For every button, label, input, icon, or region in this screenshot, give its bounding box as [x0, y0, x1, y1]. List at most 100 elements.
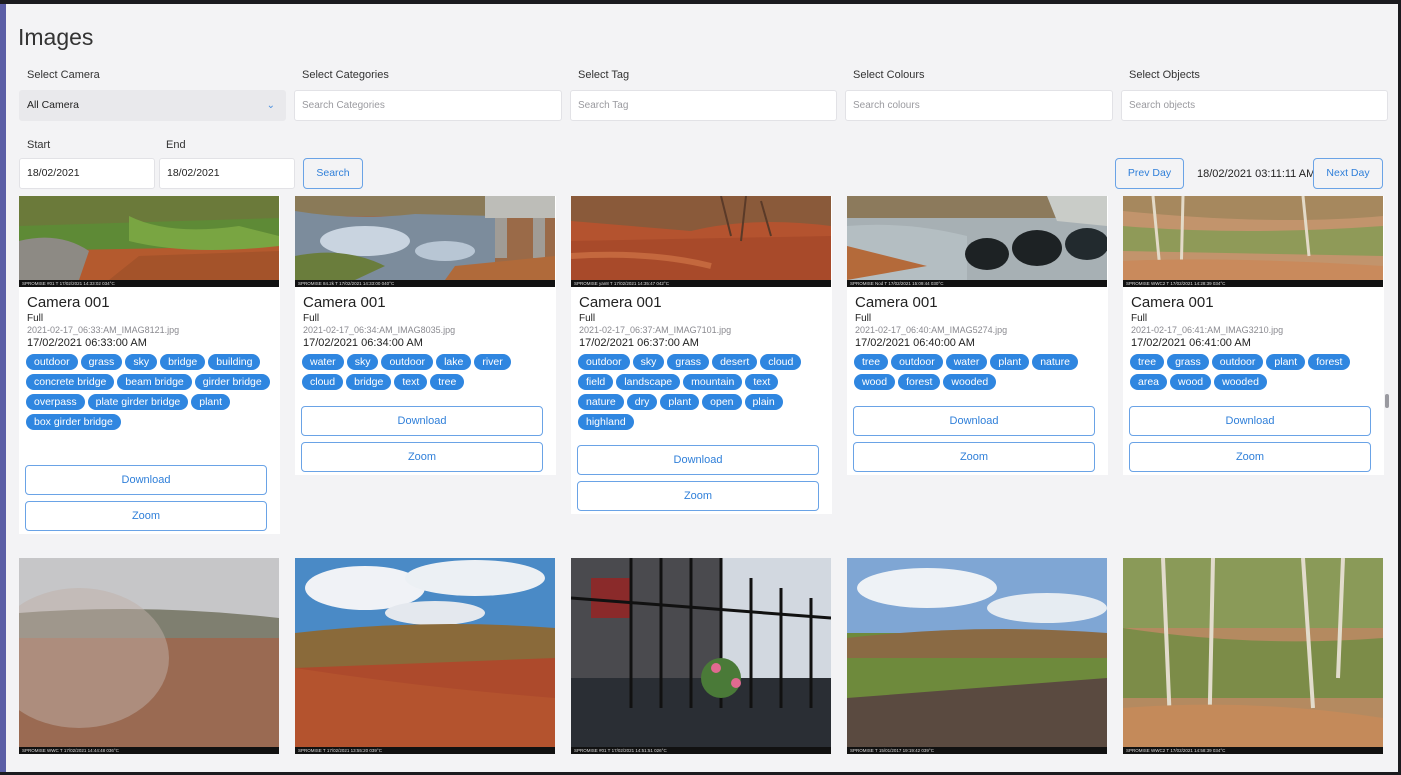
thumbnail-image[interactable]: SPROMISE #01 T 17/02/2021 14:33:02 034°C — [19, 196, 279, 287]
download-button[interactable]: Download — [25, 465, 267, 495]
zoom-button[interactable]: Zoom — [1129, 442, 1371, 472]
tag-chip[interactable]: forest — [898, 374, 941, 390]
tag-chip[interactable]: outdoor — [891, 354, 943, 370]
tag-chip[interactable]: text — [745, 374, 779, 390]
tag-list: outdoor grass sky bridge building concre… — [25, 352, 273, 432]
image-card: SPROMISE 84.2k T 17/02/2021 14:33:00 040… — [295, 196, 556, 475]
tag-chip[interactable]: outdoor — [578, 354, 630, 370]
colours-placeholder: Search colours — [853, 100, 920, 111]
tag-chip[interactable]: concrete bridge — [26, 374, 115, 390]
tag-chip[interactable]: grass — [1167, 354, 1209, 370]
start-date-input[interactable]: 18/02/2021 — [19, 158, 155, 189]
tag-chip[interactable]: wooded — [943, 374, 997, 390]
camera-name: Camera 001 — [855, 294, 938, 311]
tag-chip[interactable]: box girder bridge — [26, 414, 121, 430]
categories-search-input[interactable]: Search Categories — [294, 90, 562, 121]
objects-placeholder: Search objects — [1129, 100, 1196, 111]
tag-chip[interactable]: nature — [578, 394, 624, 410]
tag-chip[interactable]: tree — [854, 354, 889, 370]
photo-thumbnail[interactable]: SPROMISE WWC T 17/02/2021 14:44:48 036°C — [19, 558, 279, 754]
file-name: 2021-02-17_06:33:AM_IMAG8121.jpg — [27, 325, 180, 335]
photo-thumbnail[interactable]: SPROMISE #01 T 17/02/2021 14:51:51 026°C — [571, 558, 831, 754]
tag-chip[interactable]: lake — [436, 354, 472, 370]
tag-chip[interactable]: nature — [1032, 354, 1078, 370]
tag-chip[interactable]: beam bridge — [117, 374, 192, 390]
zoom-button[interactable]: Zoom — [25, 501, 267, 531]
thumbnail-image[interactable]: SPROMISE WWC2 T 17/02/2021 14:28:39 034°… — [1123, 196, 1383, 287]
camera-select-value: All Camera — [27, 99, 79, 111]
photo-thumbnail[interactable]: SPROMISE T 15/01/2017 19:19:42 039°C — [847, 558, 1107, 754]
tag-chip[interactable]: tree — [430, 374, 465, 390]
tag-chip[interactable]: river — [474, 354, 511, 370]
tag-chip[interactable]: overpass — [26, 394, 85, 410]
download-button[interactable]: Download — [577, 445, 819, 475]
objects-label: Select Objects — [1129, 69, 1200, 81]
photo-thumbnail[interactable]: SPROMISE T 17/02/2021 13:55:20 039°C — [295, 558, 555, 754]
zoom-button[interactable]: Zoom — [577, 481, 819, 511]
tag-chip[interactable]: sky — [346, 354, 379, 370]
tag-chip[interactable]: plate girder bridge — [87, 394, 189, 410]
tag-chip[interactable]: sky — [125, 354, 158, 370]
tag-chip[interactable]: water — [945, 354, 988, 370]
tag-chip[interactable]: outdoor — [26, 354, 78, 370]
image-card: SPROMISE WWC2 T 17/02/2021 14:28:39 034°… — [1123, 196, 1384, 475]
camera-info-strip: SPROMISE WWC T 17/02/2021 14:44:48 036°C — [19, 747, 279, 754]
tag-chip[interactable]: grass — [667, 354, 710, 370]
thumbnail-image[interactable]: SPROMISE yan8 T 17/02/2021 14:35:47 042°… — [571, 196, 831, 287]
download-button[interactable]: Download — [301, 406, 543, 436]
tag-chip[interactable]: water — [302, 354, 344, 370]
tag-chip[interactable]: bridge — [346, 374, 392, 390]
camera-name: Camera 001 — [579, 294, 662, 311]
download-button[interactable]: Download — [1129, 406, 1371, 436]
scrollbar-thumb[interactable] — [1385, 394, 1389, 408]
tag-chip[interactable]: plant — [1266, 354, 1306, 370]
tag-chip[interactable]: plant — [660, 394, 700, 410]
start-date-value: 18/02/2021 — [27, 167, 80, 179]
camera-select[interactable]: All Camera ⌄ — [19, 90, 286, 121]
tag-chip[interactable]: field — [578, 374, 614, 390]
photo-thumbnail[interactable]: SPROMISE WWC2 T 17/02/2021 14:58:39 034°… — [1123, 558, 1383, 754]
tag-chip[interactable]: highland — [578, 414, 634, 430]
tag-chip[interactable]: girder bridge — [194, 374, 270, 390]
file-name: 2021-02-17_06:40:AM_IMAG5274.jpg — [855, 325, 1008, 335]
tag-chip[interactable]: text — [394, 374, 428, 390]
tag-chip[interactable]: bridge — [160, 354, 206, 370]
zoom-button[interactable]: Zoom — [853, 442, 1095, 472]
camera-info-strip: SPROMISE WWC2 T 17/02/2021 14:58:39 034°… — [1123, 747, 1383, 754]
categories-label: Select Categories — [302, 69, 389, 81]
tag-chip[interactable]: wood — [854, 374, 896, 390]
tag-chip[interactable]: mountain — [683, 374, 743, 390]
camera-name: Camera 001 — [27, 294, 110, 311]
colours-search-input[interactable]: Search colours — [845, 90, 1113, 121]
tag-chip[interactable]: plain — [744, 394, 783, 410]
tag-chip[interactable]: dry — [626, 394, 658, 410]
tag-chip[interactable]: wooded — [1214, 374, 1267, 390]
tag-chip[interactable]: tree — [1130, 354, 1165, 370]
tag-chip[interactable]: building — [208, 354, 261, 370]
thumbnail-image[interactable]: SPROMISE 84.2k T 17/02/2021 14:33:00 040… — [295, 196, 555, 287]
tag-chip[interactable]: grass — [80, 354, 123, 370]
tag-chip[interactable]: landscape — [616, 374, 681, 390]
end-date-input[interactable]: 18/02/2021 — [159, 158, 295, 189]
objects-search-input[interactable]: Search objects — [1121, 90, 1388, 121]
search-button[interactable]: Search — [303, 158, 363, 189]
prev-day-button[interactable]: Prev Day — [1115, 158, 1184, 189]
tag-chip[interactable]: wood — [1170, 374, 1212, 390]
tag-chip[interactable]: plant — [990, 354, 1030, 370]
tag-search-input[interactable]: Search Tag — [570, 90, 837, 121]
tag-chip[interactable]: cloud — [302, 374, 344, 390]
tag-chip[interactable]: outdoor — [381, 354, 434, 370]
thumbnail-image[interactable]: SPROMISE Nod T 17/02/2021 15:09:44 030°C — [847, 196, 1107, 287]
tag-chip[interactable]: forest — [1308, 354, 1351, 370]
tag-chip[interactable]: cloud — [760, 354, 802, 370]
tag-chip[interactable]: outdoor — [1211, 354, 1264, 370]
download-button[interactable]: Download — [853, 406, 1095, 436]
zoom-button[interactable]: Zoom — [301, 442, 543, 472]
next-day-button[interactable]: Next Day — [1313, 158, 1383, 189]
image-size: Full — [1131, 313, 1148, 324]
tag-chip[interactable]: desert — [712, 354, 758, 370]
tag-chip[interactable]: plant — [191, 394, 231, 410]
tag-chip[interactable]: open — [702, 394, 742, 410]
tag-chip[interactable]: area — [1130, 374, 1168, 390]
tag-chip[interactable]: sky — [632, 354, 665, 370]
